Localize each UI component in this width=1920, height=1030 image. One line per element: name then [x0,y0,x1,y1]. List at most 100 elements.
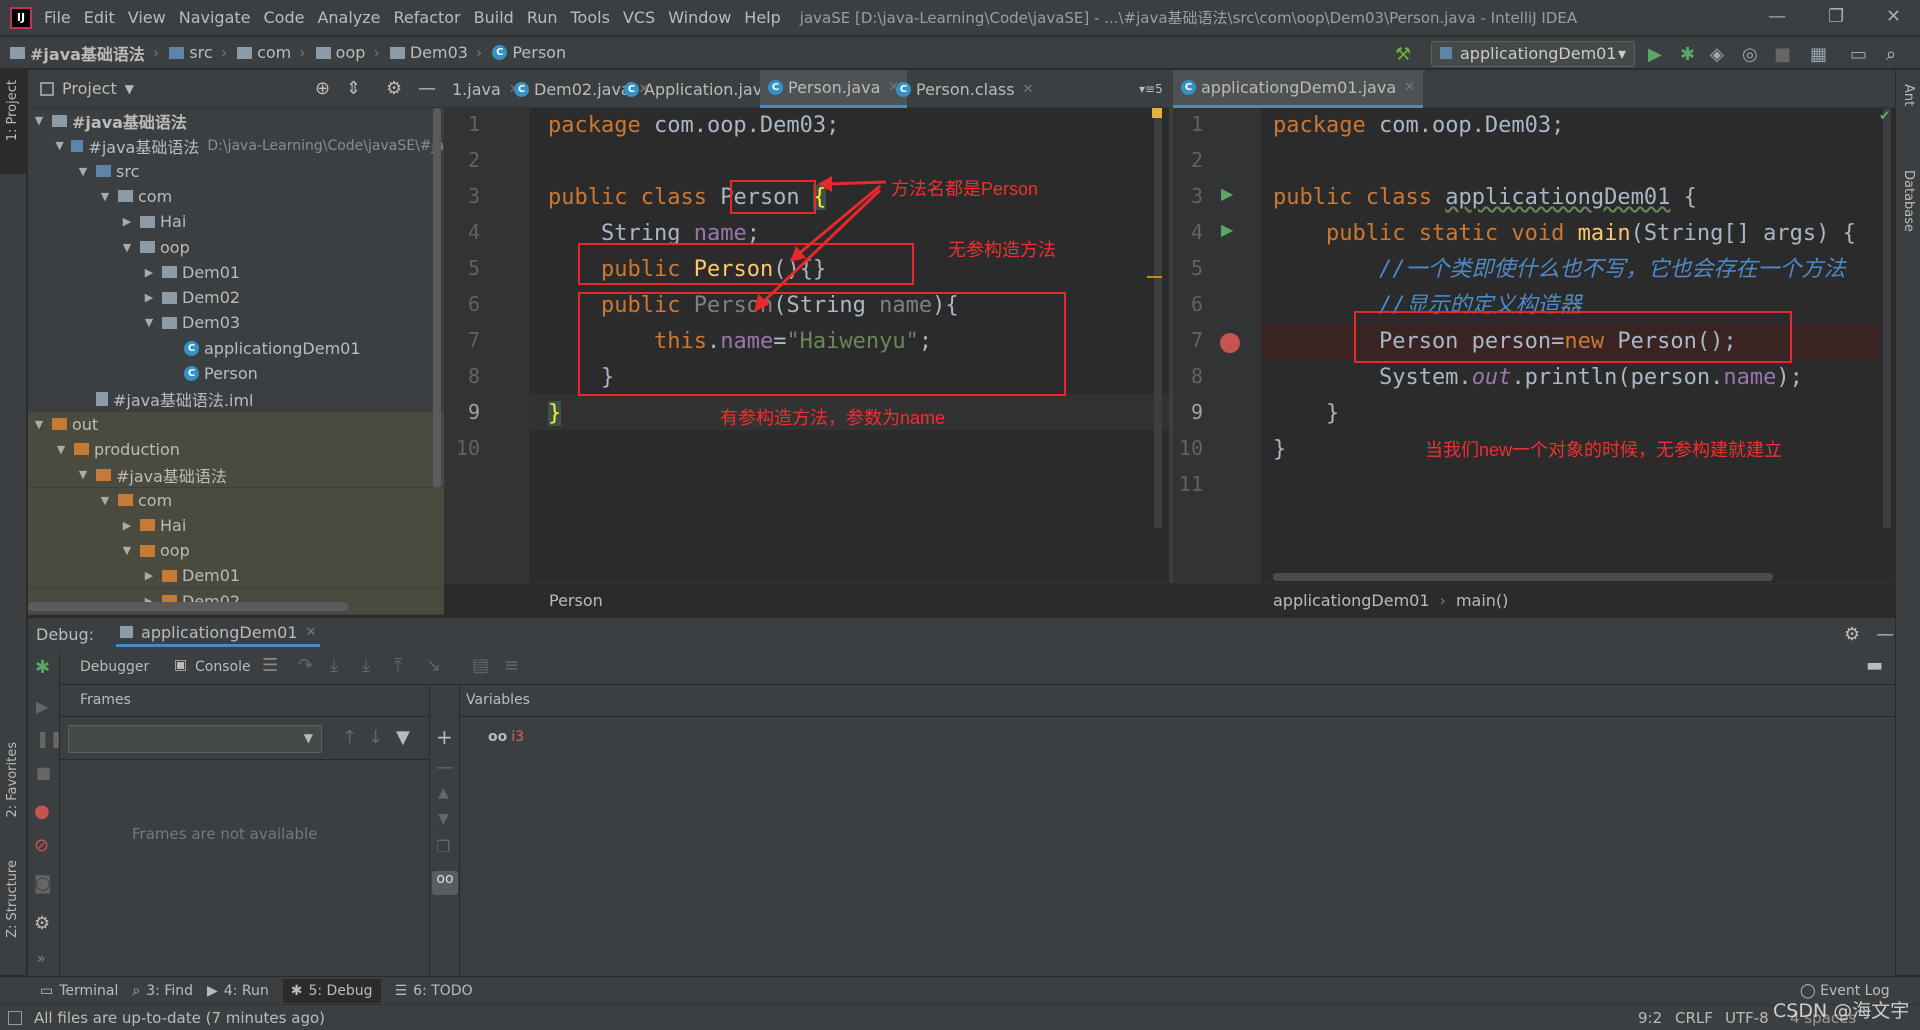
line-separator[interactable]: CRLF [1675,1009,1713,1027]
breadcrumb-item[interactable]: #java基础语法 › [10,41,159,65]
mute-breakpoints-icon[interactable]: ⊘ [34,835,49,856]
search-everywhere-icon[interactable]: ⌕ [1886,44,1896,65]
expanded-arrow-icon[interactable]: ▼ [98,190,112,203]
menu-item-edit[interactable]: Edit [84,8,115,27]
collapsed-arrow-icon[interactable]: ▶ [142,291,156,304]
editor-horizontal-scrollbar[interactable] [1273,573,1773,581]
expanded-arrow-icon[interactable]: ▼ [32,114,46,127]
menu-item-navigate[interactable]: Navigate [179,8,251,27]
expanded-arrow-icon[interactable]: ▼ [142,316,156,329]
ant-tool-button[interactable]: Ant [1901,84,1916,106]
layout-settings-icon[interactable]: ▬ [1866,655,1883,676]
expanded-arrow-icon[interactable]: ▼ [54,139,65,152]
build-hammer-icon[interactable]: ⚒ [1395,44,1411,65]
project-panel-title[interactable]: Project [62,79,117,98]
tab-debugger[interactable]: Debugger [72,657,157,677]
tree-item[interactable]: ▼ #java基础语法 [28,108,444,133]
expanded-arrow-icon[interactable]: ▼ [120,544,134,557]
expanded-arrow-icon[interactable]: ▼ [76,165,90,178]
move-down-icon[interactable]: ▼ [438,811,449,827]
gear-icon[interactable]: ⚙ [1844,624,1860,645]
watch-item[interactable]: oo i3 [488,729,524,745]
menu-item-refactor[interactable]: Refactor [394,8,461,27]
trace-icon[interactable]: ≡ [504,655,519,676]
tab-console[interactable]: Console [195,659,251,675]
expanded-arrow-icon[interactable]: ▼ [54,443,68,456]
tree-item[interactable]: ▼ com [28,184,444,209]
debug-session-tab[interactable]: applicationgDem01 ✕ [116,623,321,647]
frame-up-icon[interactable]: ↑ [342,727,357,748]
expanded-arrow-icon[interactable]: ▼ [98,494,112,507]
restore-icon[interactable]: ❐ [1828,6,1844,27]
menu-item-file[interactable]: File [44,8,71,27]
remove-watch-icon[interactable]: — [436,757,454,778]
layout-toggle-icon[interactable] [8,1010,22,1025]
menu-item-analyze[interactable]: Analyze [317,8,380,27]
structure-tool-button[interactable]: Z: Structure [5,860,20,938]
profile-icon[interactable]: ◎ [1742,44,1758,65]
add-watch-icon[interactable]: + [436,725,453,749]
force-step-into-icon[interactable]: ⤓ [362,655,370,676]
tool-window-run[interactable]: ▶ 4: Run [207,983,269,999]
tab-overflow[interactable]: ▾≡ 5 [1131,70,1171,108]
menu-item-tools[interactable]: Tools [571,8,610,27]
threads-icon[interactable]: ☰ [262,655,278,676]
step-out-icon[interactable]: ⤒ [394,655,402,676]
camera-icon[interactable]: ◙ [34,873,51,894]
project-structure-icon[interactable]: ▦ [1810,44,1827,65]
hide-icon[interactable]: — [418,78,436,99]
breadcrumb-item[interactable]: com › [237,43,306,62]
collapsed-arrow-icon[interactable]: ▶ [120,519,134,532]
coverage-icon[interactable]: ◈ [1710,44,1724,65]
editor-scrollbar[interactable] [1154,108,1162,528]
tree-item[interactable]: ▼ #java基础语法 [28,462,444,488]
menu-item-run[interactable]: Run [527,8,558,27]
tab-person-class[interactable]: C Person.class ✕ [888,70,1041,108]
minimize-icon[interactable]: — [1768,6,1786,27]
step-over-icon[interactable]: ↷ [298,655,313,676]
stop-icon[interactable]: ■ [1774,44,1791,65]
tree-item[interactable]: C Person [28,361,444,386]
run-configuration-select[interactable]: applicationgDem01 ▾ [1431,41,1635,67]
locate-icon[interactable]: ⊕ [315,78,330,99]
tree-item[interactable]: ▼ #java基础语法 D:\java-Learning\Code\javaSE\#… [28,133,444,158]
move-up-icon[interactable]: ▲ [438,785,449,801]
tree-item[interactable]: ▼ src [28,159,444,184]
run-gutter-icon[interactable]: ▶ [1221,184,1233,203]
chevron-down-icon[interactable]: ▼ [125,82,134,96]
breadcrumb-item[interactable]: C Person [492,43,566,62]
expanded-arrow-icon[interactable]: ▼ [120,241,134,254]
tree-horizontal-scrollbar[interactable] [28,602,348,611]
tool-window-find[interactable]: ⌕ 3: Find [132,983,193,999]
filter-icon[interactable]: ▼ [396,727,410,748]
tree-item[interactable]: ▼ production [28,436,444,462]
tree-scrollbar[interactable] [433,108,441,488]
tree-item[interactable]: ▶ Dem01 [28,260,444,285]
tree-item[interactable]: ▼ out [28,411,444,437]
menu-item-window[interactable]: Window [668,8,731,27]
breadcrumb-item[interactable]: Dem03 › [389,43,482,62]
breadcrumb-class[interactable]: applicationgDem01 [1273,591,1430,610]
collapsed-arrow-icon[interactable]: ▶ [142,266,156,279]
tree-item[interactable]: ▼ oop [28,235,444,260]
caret-position[interactable]: 9:2 [1638,1009,1662,1027]
thread-select[interactable]: ▼ [68,725,322,753]
favorites-tool-button[interactable]: 2: Favorites [5,742,20,818]
menu-item-view[interactable]: View [128,8,166,27]
tree-item[interactable]: ▼ com [28,487,444,513]
close-icon[interactable]: ✕ [1886,6,1901,27]
tool-window-debug[interactable]: ✱ 5: Debug [282,978,381,1003]
evaluate-icon[interactable]: ▤ [472,655,489,676]
menu-item-help[interactable]: Help [744,8,780,27]
more-icon[interactable]: » [37,951,46,967]
pause-icon[interactable]: ❚❚ [36,729,63,748]
gear-icon[interactable]: ⚙ [34,913,50,934]
rerun-icon[interactable]: ✱ [35,657,50,678]
expanded-arrow-icon[interactable]: ▼ [76,468,90,481]
glasses-icon[interactable]: oo [432,871,458,895]
tree-item[interactable]: ▶ Dem02 [28,285,444,310]
database-tool-button[interactable]: Database [1901,170,1916,232]
stop-icon[interactable]: ■ [36,763,51,782]
editor-scrollbar-right[interactable] [1883,108,1891,528]
tree-item[interactable]: ▼ oop [28,538,444,564]
